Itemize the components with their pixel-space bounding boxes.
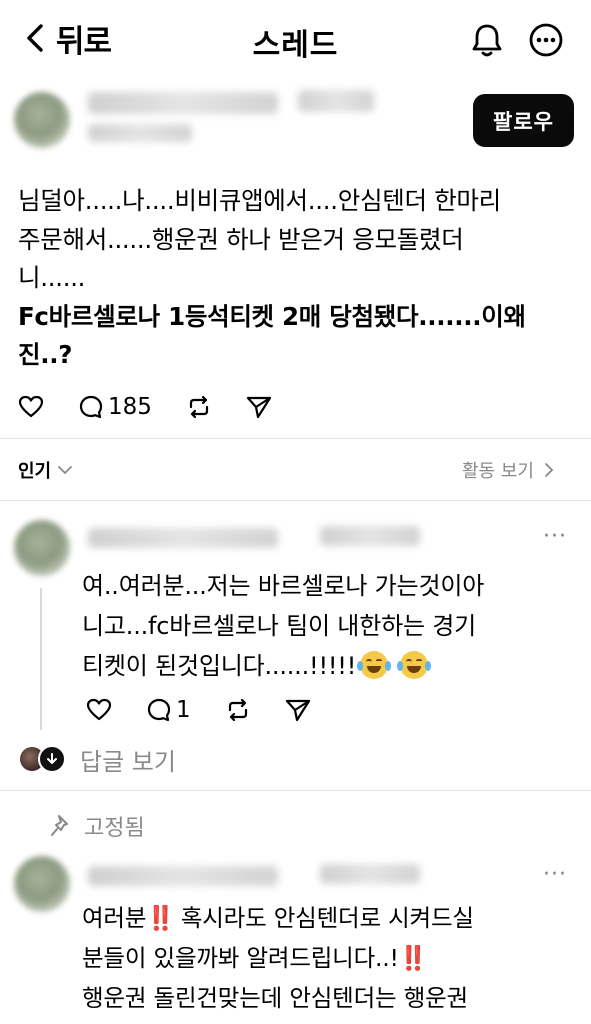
comment-icon[interactable] <box>146 697 172 723</box>
top-bar: 뒤로 스레드 <box>0 0 591 78</box>
comment-line: 분들이 있을까봐 알려드립니다..! <box>82 944 399 972</box>
chevron-right-icon <box>545 463 554 477</box>
divider <box>0 500 591 501</box>
reply-avatars[interactable] <box>20 745 68 773</box>
repost-icon[interactable] <box>225 698 251 722</box>
comment-body: 여..여러분...저는 바르셀로나 가는것이아 니고...fc바르셀로나 팀이 … <box>82 566 582 686</box>
comment-icon[interactable] <box>78 394 104 420</box>
pinned-label: 고정됨 <box>50 810 145 842</box>
comment-timestamp <box>320 526 420 546</box>
post-author-name[interactable] <box>88 92 278 114</box>
post-line: Fc바르셀로나 1등석티켓 2매 당첨됐다.......이왜 <box>18 301 526 331</box>
post-line: 니...... <box>18 263 86 292</box>
post-author-avatar[interactable] <box>14 92 70 148</box>
comment-author-name[interactable] <box>88 866 278 886</box>
comment-more-button[interactable]: ··· <box>543 524 567 549</box>
comment-line: 여..여러분...저는 바르셀로나 가는것이아 <box>82 572 485 600</box>
heart-icon[interactable] <box>86 698 112 722</box>
post-body: 님덜아.....나....비비큐앱에서....안심텐더 한마리 주문해서....… <box>18 182 578 375</box>
send-icon[interactable] <box>285 698 311 722</box>
comment-author-name[interactable] <box>88 528 278 548</box>
post-timestamp <box>298 90 374 112</box>
comment-line: 티켓이 된것입니다......!!!!! <box>82 652 357 680</box>
heart-icon[interactable] <box>18 395 44 419</box>
comment-line: 니고...fc바르셀로나 팀이 내한하는 경기 <box>82 612 477 640</box>
comment-more-button[interactable]: ··· <box>543 862 567 887</box>
comment-actions: 1 <box>86 696 311 724</box>
double-exclamation-icon: ‼️ <box>398 944 428 972</box>
sort-label: 인기 <box>18 461 52 482</box>
arrow-down-icon <box>38 745 66 773</box>
comment-line: 혹시라도 안심텐더로 시켜드실 <box>180 904 474 932</box>
comment-reply-count: 1 <box>176 697 191 723</box>
post-line: 주문해서......행운권 하나 받은거 응모돌렸더 <box>18 224 464 254</box>
face-tears-of-joy-icon <box>396 651 431 679</box>
post-author-handle <box>88 124 192 142</box>
pinned-text: 고정됨 <box>84 816 145 841</box>
activity-label: 활동 보기 <box>462 461 534 482</box>
more-circle-icon[interactable] <box>528 22 564 58</box>
chevron-down-icon <box>58 466 73 475</box>
comment-timestamp <box>320 864 420 884</box>
bell-icon[interactable] <box>470 22 504 58</box>
follow-button[interactable]: 팔로우 <box>473 94 574 147</box>
send-icon[interactable] <box>246 395 272 419</box>
post-line: 님덜아.....나....비비큐앱에서....안심텐더 한마리 <box>18 186 501 215</box>
post-line: 진..? <box>18 340 73 369</box>
comment-line: 행운권 돌린건맞는데 안심텐더는 행운권 <box>82 984 468 1012</box>
face-tears-of-joy-icon <box>357 651 392 679</box>
reply-count: 185 <box>108 394 152 420</box>
comment-author-avatar[interactable] <box>14 520 70 576</box>
sort-dropdown[interactable]: 인기 <box>18 457 73 483</box>
repost-icon[interactable] <box>186 395 212 419</box>
comment-line: 여러분 <box>82 904 147 932</box>
thread-line <box>40 588 42 730</box>
divider <box>0 790 591 791</box>
double-exclamation-icon: ‼️ <box>146 904 175 932</box>
activity-link[interactable]: 활동 보기 <box>462 457 554 483</box>
pin-icon <box>51 815 68 836</box>
post-actions: 185 <box>18 392 272 422</box>
divider <box>0 438 591 439</box>
comment-body: 여러분‼️ 혹시라도 안심텐더로 시켜드실 분들이 있을까봐 알려드립니다..!… <box>82 898 587 1018</box>
comment-author-avatar[interactable] <box>14 856 70 912</box>
view-replies-link[interactable]: 답글 보기 <box>80 742 176 777</box>
